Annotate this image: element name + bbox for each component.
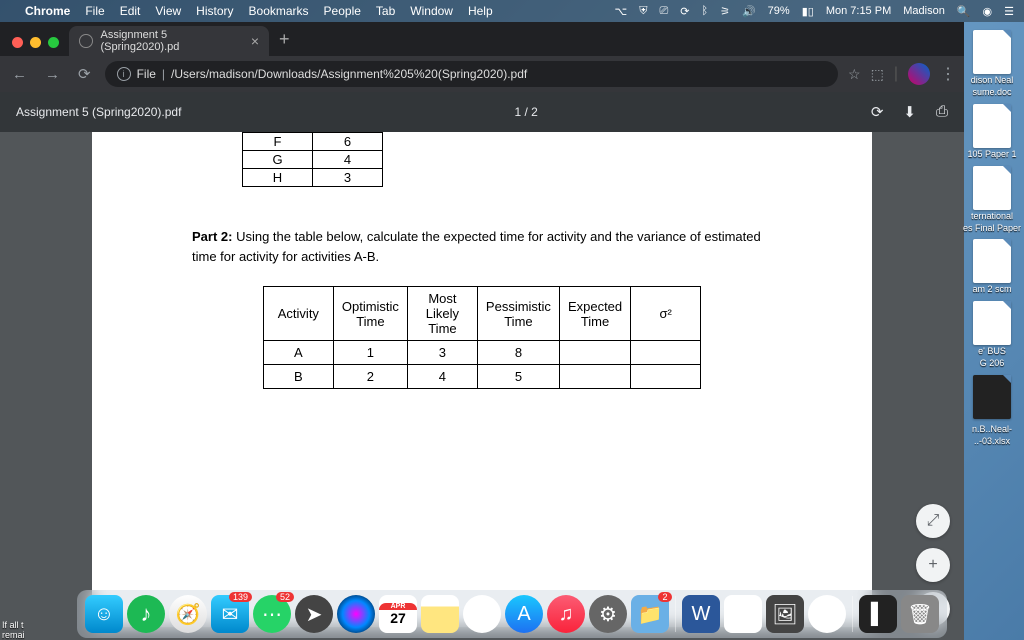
dock-terminal-icon[interactable]: ▌ xyxy=(859,595,897,633)
site-info-icon[interactable]: i xyxy=(117,67,131,81)
minimize-window-button[interactable] xyxy=(30,37,41,48)
macos-menubar: Chrome File Edit View History Bookmarks … xyxy=(0,0,1024,22)
menu-history[interactable]: History xyxy=(196,4,233,18)
bluetooth-icon[interactable]: ᛒ xyxy=(701,5,708,17)
reload-button[interactable]: ⟳ xyxy=(74,65,95,83)
forward-button[interactable]: → xyxy=(41,66,64,83)
screen-icon[interactable]: ⎚ xyxy=(659,5,668,18)
print-icon[interactable]: ⎙ xyxy=(936,103,948,121)
chrome-menu-icon[interactable]: ⋮ xyxy=(940,64,956,84)
dock-mail-icon[interactable]: ✉139 xyxy=(211,595,249,633)
back-button[interactable]: ← xyxy=(8,66,31,83)
menu-people[interactable]: People xyxy=(324,4,361,18)
desktop-file[interactable]: e' BUSG 206 xyxy=(964,301,1020,369)
new-tab-button[interactable]: + xyxy=(269,29,300,56)
wifi-icon[interactable]: ⚞ xyxy=(720,5,730,18)
tab-bar: Assignment 5 (Spring2020).pd × + xyxy=(0,22,964,56)
menu-edit[interactable]: Edit xyxy=(120,4,141,18)
address-bar[interactable]: i File | /Users/madison/Downloads/Assign… xyxy=(105,61,838,87)
menu-tab[interactable]: Tab xyxy=(376,4,395,18)
url-path: /Users/madison/Downloads/Assignment%205%… xyxy=(171,67,527,81)
dock-chrome-icon[interactable]: ◉ xyxy=(808,595,846,633)
maximize-window-button[interactable] xyxy=(48,37,59,48)
part2-text: Part 2: Using the table below, calculate… xyxy=(192,227,772,266)
close-window-button[interactable] xyxy=(12,37,23,48)
pdf-toolbar: Assignment 5 (Spring2020).pdf 1 / 2 ⟳ ⬇ … xyxy=(0,92,964,132)
dock-photos-icon[interactable]: ❁ xyxy=(463,595,501,633)
control-center-icon[interactable]: ◉ xyxy=(983,5,993,18)
menu-bookmarks[interactable]: Bookmarks xyxy=(249,4,309,18)
dock-settings-icon[interactable]: ⚙ xyxy=(589,595,627,633)
table-row: B245 xyxy=(263,365,700,389)
extension-icon[interactable]: ⬚ xyxy=(871,66,884,83)
dock-calendar-icon[interactable]: APR27 xyxy=(379,595,417,633)
chrome-window: Assignment 5 (Spring2020).pd × + ← → ⟳ i… xyxy=(0,22,964,640)
dock-messages-icon[interactable]: ⋯52 xyxy=(253,595,291,633)
tab-title: Assignment 5 (Spring2020).pd xyxy=(101,29,243,53)
volume-icon[interactable]: 🔊 xyxy=(742,5,756,18)
user-name[interactable]: Madison xyxy=(903,5,945,17)
pdf-page-1: F6 G4 H3 Part 2: Using the table below, … xyxy=(92,132,872,627)
zoom-in-button[interactable]: + xyxy=(916,548,950,582)
desktop-file[interactable]: 105 Paper 1 xyxy=(964,104,1020,160)
dock-gallery-icon[interactable]: 🖼 xyxy=(766,595,804,633)
menu-file[interactable]: File xyxy=(85,4,104,18)
background-window-peek: If all t remai xyxy=(2,620,34,640)
menu-extra-icon[interactable]: ☰ xyxy=(1004,5,1014,18)
desktop-file[interactable]: am 2 scm xyxy=(964,239,1020,295)
menu-window[interactable]: Window xyxy=(410,4,453,18)
browser-tab[interactable]: Assignment 5 (Spring2020).pd × xyxy=(69,26,269,56)
dock-safari-icon[interactable]: 🧭 xyxy=(169,595,207,633)
dock-word-icon[interactable]: W xyxy=(682,595,720,633)
url-scheme: File xyxy=(137,67,156,81)
battery-pct: 79% xyxy=(768,5,790,17)
macos-dock: ☺ ♪ 🧭 ✉139 ⋯52 ➤ APR27 ❁ A ♫ ⚙ 📁2 W ⊞ 🖼 … xyxy=(77,590,947,638)
menu-help[interactable]: Help xyxy=(468,4,493,18)
desktop-files: dison Nealsume.doc 105 Paper 1 ternation… xyxy=(964,30,1020,447)
desktop-file[interactable]: dison Nealsume.doc xyxy=(964,30,1020,98)
dock-notes-icon[interactable] xyxy=(421,595,459,633)
dock-folder-icon[interactable]: 📁2 xyxy=(631,595,669,633)
table-row: A138 xyxy=(263,341,700,365)
dock-appstore-icon[interactable]: A xyxy=(505,595,543,633)
address-bar-row: ← → ⟳ i File | /Users/madison/Downloads/… xyxy=(0,56,964,92)
refresh-icon[interactable]: ⟳ xyxy=(680,5,689,18)
dock-app-icon[interactable]: ➤ xyxy=(295,595,333,633)
dock-siri-icon[interactable] xyxy=(337,595,375,633)
bookmark-star-icon[interactable]: ☆ xyxy=(848,66,861,83)
globe-icon xyxy=(79,34,93,48)
activity-table: Activity Optimistic Time Most Likely Tim… xyxy=(263,286,701,389)
desktop-file[interactable] xyxy=(964,375,1020,419)
pdf-page-indicator: 1 / 2 xyxy=(514,105,537,119)
status-icon[interactable]: ⌥ xyxy=(615,5,628,18)
shield-icon[interactable]: ⛨ xyxy=(639,5,647,18)
close-tab-icon[interactable]: × xyxy=(251,33,259,49)
rotate-icon[interactable]: ⟳ xyxy=(871,103,884,121)
download-icon[interactable]: ⬇ xyxy=(903,103,916,121)
battery-icon[interactable]: ▮▯ xyxy=(802,5,814,18)
menu-view[interactable]: View xyxy=(155,4,181,18)
spotlight-icon[interactable]: 🔍 xyxy=(957,5,971,18)
window-controls xyxy=(4,37,69,56)
dock-spotify-icon[interactable]: ♪ xyxy=(127,595,165,633)
profile-avatar[interactable] xyxy=(908,63,930,85)
desktop-file[interactable]: ternationales Final Paper xyxy=(964,166,1020,234)
dock-music-icon[interactable]: ♫ xyxy=(547,595,585,633)
dock-finder-icon[interactable]: ☺ xyxy=(85,595,123,633)
app-menu[interactable]: Chrome xyxy=(25,4,70,18)
pdf-filename: Assignment 5 (Spring2020).pdf xyxy=(16,105,181,119)
mini-table: F6 G4 H3 xyxy=(242,132,383,187)
pdf-viewer[interactable]: F6 G4 H3 Part 2: Using the table below, … xyxy=(0,132,964,640)
dock-trash-icon[interactable]: 🗑 xyxy=(901,595,939,633)
dock-microsoft-icon[interactable]: ⊞ xyxy=(724,595,762,633)
fit-page-button[interactable]: ⤢ xyxy=(916,504,950,538)
clock[interactable]: Mon 7:15 PM xyxy=(826,5,891,17)
desktop-file[interactable]: n.B..Neal-..-03.xlsx xyxy=(964,425,1020,447)
